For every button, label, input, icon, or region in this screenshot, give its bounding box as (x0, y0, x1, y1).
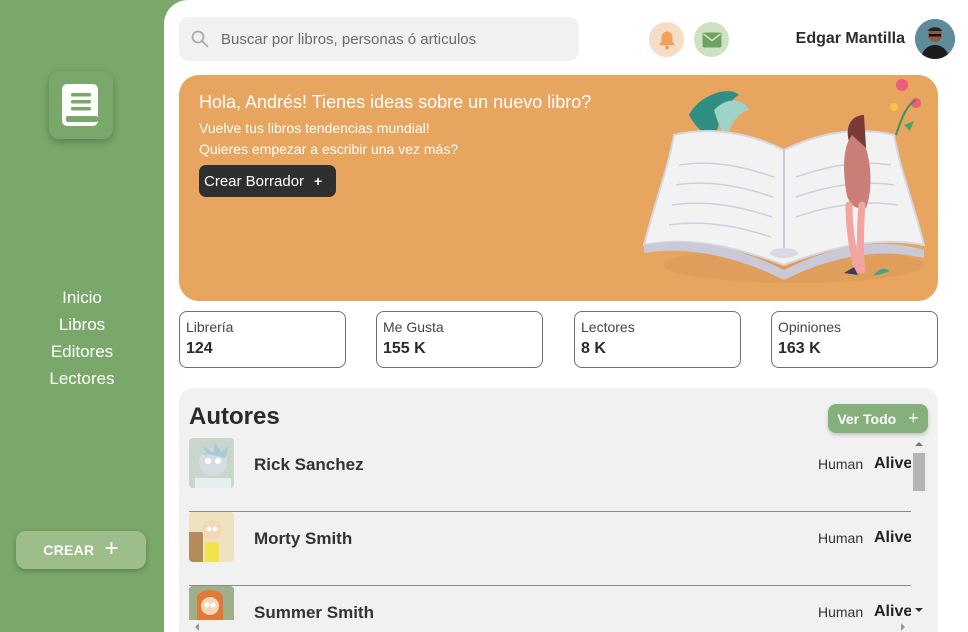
search-icon (191, 30, 209, 48)
search-input[interactable] (221, 30, 561, 48)
author-status: Alive (874, 603, 911, 620)
scroll-down-icon[interactable] (915, 608, 923, 612)
notifications-button[interactable] (649, 22, 684, 57)
app: Inicio Libros Editores Lectores CREAR + (0, 0, 968, 632)
stat-card-opiniones[interactable]: Opiniones 163 K (771, 311, 938, 368)
author-name: Summer Smith (254, 603, 374, 620)
scroll-right-icon[interactable] (901, 623, 905, 631)
bell-icon (659, 31, 674, 49)
app-logo[interactable] (49, 71, 113, 139)
author-image (189, 512, 234, 562)
vertical-scrollbar[interactable] (912, 440, 926, 630)
stat-card-lectores[interactable]: Lectores 8 K (574, 311, 741, 368)
create-button[interactable]: CREAR + (16, 531, 146, 569)
author-status: Alive (874, 455, 911, 472)
list-item[interactable]: Morty Smith Human Alive (189, 512, 911, 586)
plus-icon: + (104, 535, 119, 562)
scroll-up-icon[interactable] (915, 442, 923, 446)
main-content: Edgar Mantilla Hola, Andrés! Tienes idea… (164, 0, 968, 632)
hero-subtitle-1: Vuelve tus libros tendencias mundial! (199, 120, 430, 136)
list-item[interactable]: Summer Smith Human Alive (189, 586, 911, 620)
stat-value: 155 K (383, 340, 426, 357)
create-draft-label: Crear Borrador (204, 172, 305, 190)
hero-title: Hola, Andrés! Tienes ideas sobre un nuev… (199, 92, 592, 112)
author-avatar (189, 586, 234, 620)
author-image (189, 438, 234, 488)
nav-item-editores[interactable]: Editores (0, 338, 164, 365)
author-name: Morty Smith (254, 529, 353, 548)
horizontal-scrollbar[interactable] (189, 620, 911, 632)
authors-list[interactable]: Rick Sanchez Human Alive Morty Smith Hum… (189, 438, 911, 620)
user-avatar[interactable] (915, 19, 955, 59)
author-image (189, 586, 234, 620)
mail-icon (702, 32, 721, 47)
plus-icon: + (908, 408, 919, 428)
author-species: Human (818, 604, 864, 620)
view-all-label: Ver Todo (837, 410, 897, 427)
list-item[interactable]: Rick Sanchez Human Alive (189, 438, 911, 512)
stat-label: Opiniones (778, 319, 842, 335)
authors-panel: Autores Ver Todo + Rick Sanchez Human Al… (179, 388, 938, 632)
nav-item-libros[interactable]: Libros (0, 311, 164, 338)
stat-label: Me Gusta (383, 319, 444, 335)
hero-banner: Hola, Andrés! Tienes ideas sobre un nuev… (179, 75, 938, 301)
sidebar-nav: Inicio Libros Editores Lectores (0, 284, 164, 392)
open-book-illustration (642, 79, 926, 283)
stat-value: 8 K (581, 340, 606, 357)
stat-card-me-gusta[interactable]: Me Gusta 155 K (376, 311, 543, 368)
user-name[interactable]: Edgar Mantilla (764, 30, 905, 48)
author-avatar (189, 512, 234, 562)
messages-button[interactable] (694, 22, 729, 57)
search-bar[interactable] (179, 17, 579, 61)
sidebar: Inicio Libros Editores Lectores CREAR + (0, 0, 164, 632)
view-all-button[interactable]: Ver Todo + (828, 404, 928, 433)
nav-item-lectores[interactable]: Lectores (0, 365, 164, 392)
author-name: Rick Sanchez (254, 455, 364, 474)
stat-value: 124 (186, 340, 213, 357)
create-button-label: CREAR (43, 542, 95, 558)
scroll-left-icon[interactable] (195, 623, 199, 631)
hero-subtitle-2: Quieres empezar a escribir una vez más? (199, 141, 459, 157)
author-avatar (189, 438, 234, 488)
stat-label: Librería (186, 319, 234, 335)
stat-card-libreria[interactable]: Librería 124 (179, 311, 346, 368)
scrollbar-thumb[interactable] (913, 453, 925, 491)
authors-title: Autores (189, 403, 280, 430)
plus-icon: + (314, 173, 323, 189)
author-status: Alive (874, 529, 911, 546)
book-icon (62, 84, 98, 126)
stat-label: Lectores (581, 319, 635, 335)
avatar-image (915, 19, 955, 59)
stat-value: 163 K (778, 340, 821, 357)
author-species: Human (818, 530, 864, 546)
create-draft-button[interactable]: Crear Borrador + (199, 165, 337, 197)
author-species: Human (818, 456, 864, 472)
nav-item-inicio[interactable]: Inicio (0, 284, 164, 311)
